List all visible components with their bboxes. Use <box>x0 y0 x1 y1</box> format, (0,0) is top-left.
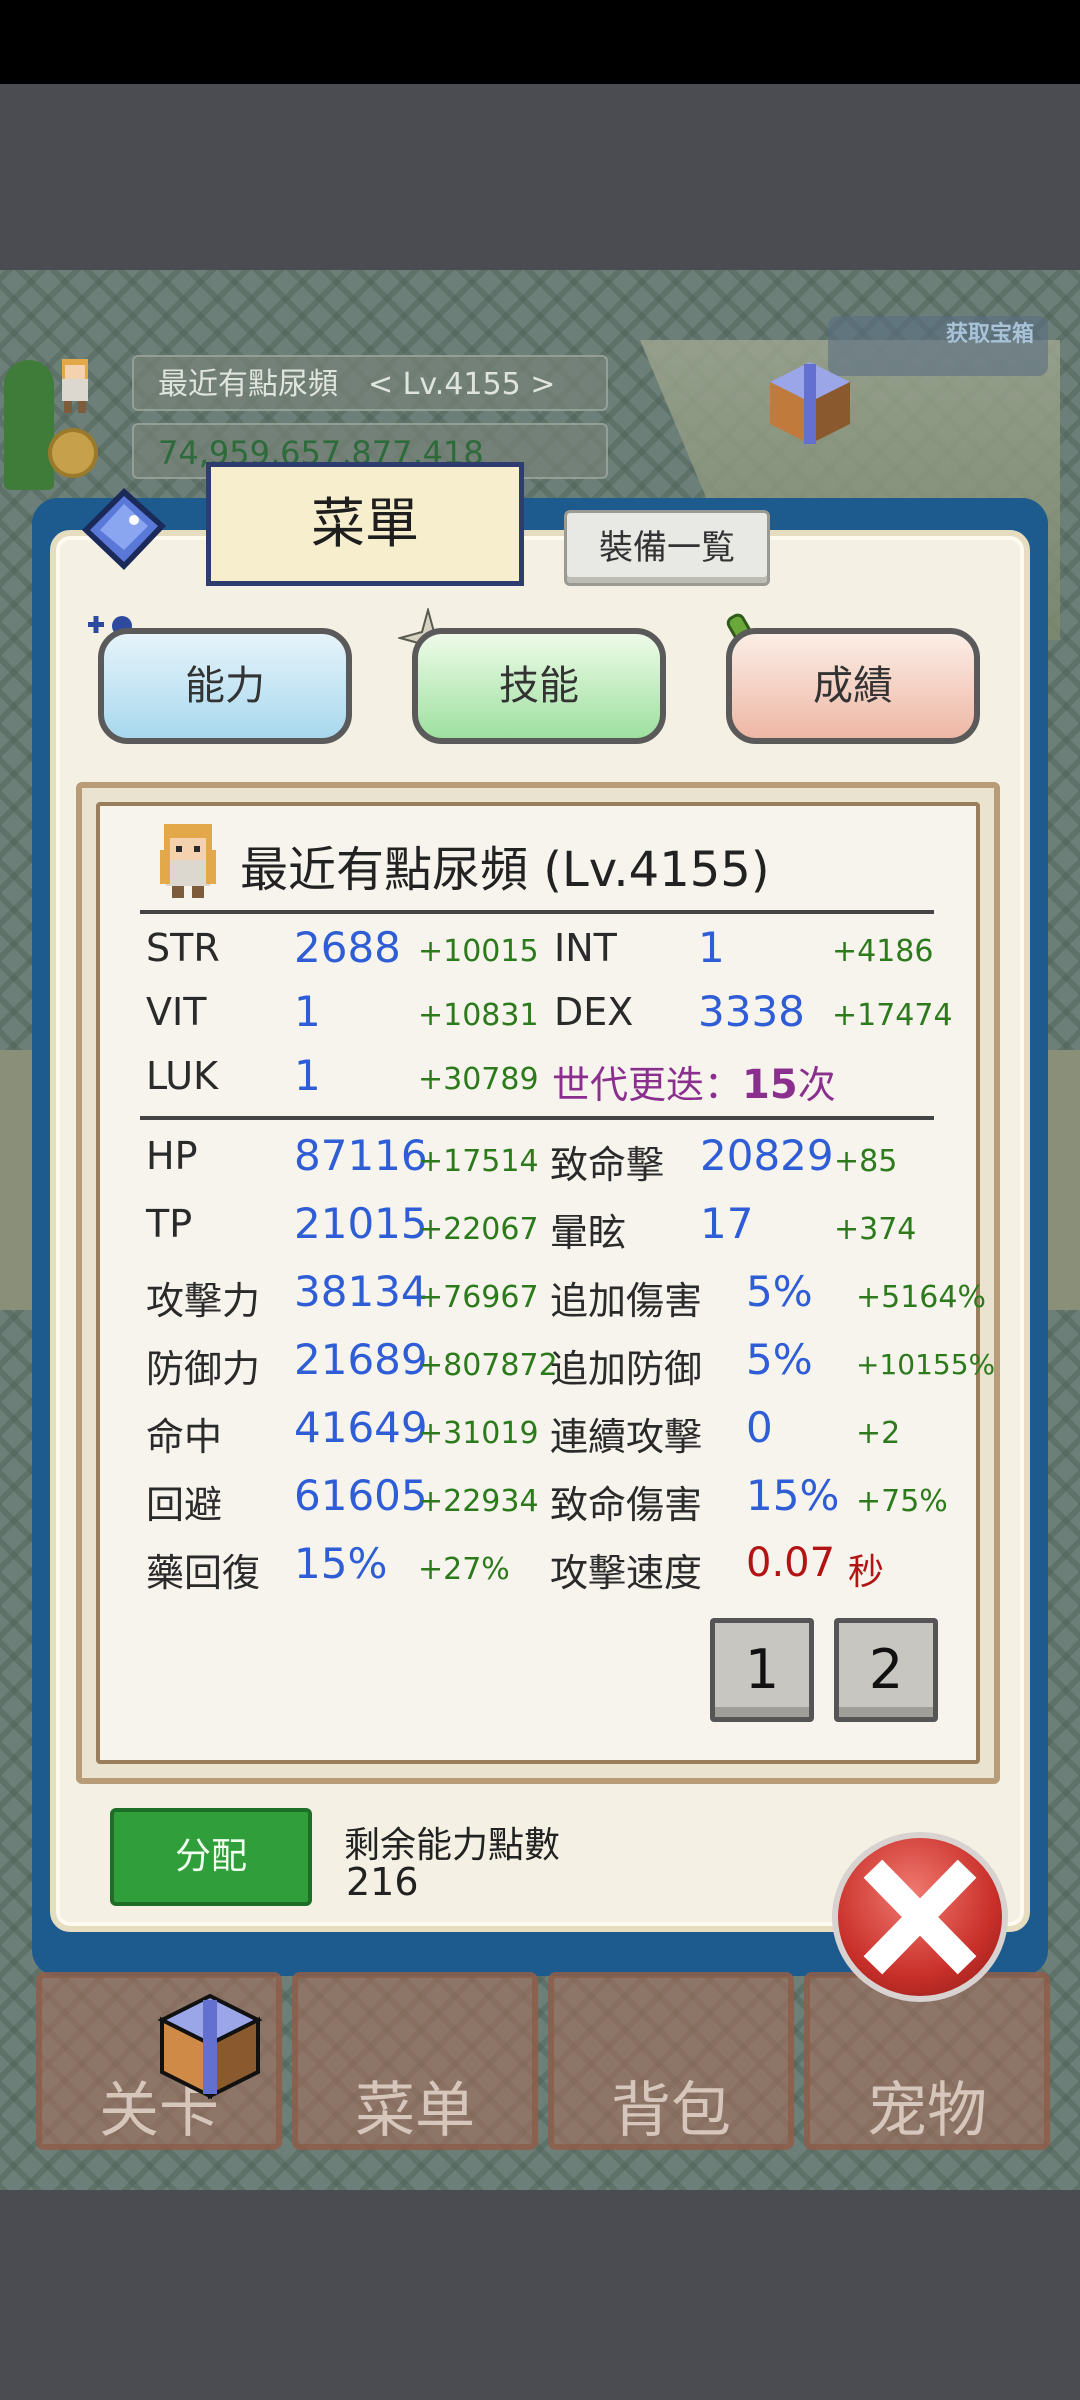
stat-label: LUK <box>146 1054 219 1098</box>
stat-value: 21015 <box>294 1199 428 1248</box>
stat-bonus: +807872 <box>418 1348 558 1383</box>
stat-label: TP <box>146 1202 193 1246</box>
tab-skill[interactable]: 技能 <box>412 628 666 744</box>
letterbox-bottom <box>0 2190 1080 2400</box>
stat-bonus: +30789 <box>418 1062 539 1097</box>
stats-divider-top <box>140 910 934 914</box>
equipment-list-button[interactable]: 裝備一覧 <box>564 510 770 586</box>
stat-value: 1 <box>294 1051 321 1100</box>
stat-value: 5% <box>746 1335 813 1384</box>
get-gift-button[interactable]: 获取宝箱 <box>828 316 1048 376</box>
tree-left <box>4 360 54 490</box>
status-bar <box>0 0 1080 84</box>
remaining-points-value: 216 <box>346 1860 419 1904</box>
stat-bonus: +4186 <box>832 934 934 969</box>
stat-bonus: +76967 <box>418 1280 539 1315</box>
stat-value: 1 <box>294 987 321 1036</box>
stats-divider-middle <box>140 1116 934 1120</box>
gift-box-icon[interactable] <box>760 352 860 452</box>
stat-bonus: +10831 <box>418 998 539 1033</box>
stat-value: 15% <box>294 1539 388 1588</box>
book-icon <box>82 488 166 570</box>
stat-label: 攻擊力 <box>146 1279 261 1323</box>
stat-value: 2688 <box>294 923 401 972</box>
stat-bonus: +10015 <box>418 934 539 969</box>
stat-value: 0 <box>746 1403 773 1452</box>
stat-label: 回避 <box>146 1483 223 1527</box>
tab-record[interactable]: 成績 <box>726 628 980 744</box>
coin-icon <box>48 428 98 478</box>
stat-bonus: +75% <box>856 1484 948 1519</box>
stat-bonus: +17474 <box>832 998 953 1033</box>
close-icon <box>863 1859 977 1975</box>
stat-label: 連續攻擊 <box>550 1415 703 1459</box>
stat-bonus: +2 <box>856 1416 901 1451</box>
stat-label: 藥回復 <box>146 1551 261 1595</box>
stat-label: 命中 <box>146 1415 223 1459</box>
stat-label: 攻擊速度 <box>550 1551 703 1595</box>
stat-bonus: +17514 <box>418 1144 539 1179</box>
stat-label: 致命傷害 <box>550 1483 703 1527</box>
page-button-2[interactable]: 2 <box>834 1618 938 1722</box>
assign-button[interactable]: 分配 <box>110 1808 312 1906</box>
stat-label: HP <box>146 1134 198 1178</box>
stat-label: 防御力 <box>146 1347 261 1391</box>
menu-title-tab: 菜單 <box>206 462 524 586</box>
player-name-display: 最近有點尿頻 < Lv.4155 > <box>132 355 608 411</box>
stat-value: 3338 <box>698 987 805 1036</box>
stat-label: 暈眩 <box>550 1211 627 1255</box>
stat-value: 20829 <box>700 1131 834 1180</box>
stat-bonus: +22934 <box>418 1484 539 1519</box>
stat-value: 87116 <box>294 1131 428 1180</box>
stat-label: 致命擊 <box>550 1143 665 1187</box>
stat-value: 61605 <box>294 1471 428 1520</box>
stat-label: 追加傷害 <box>550 1279 703 1323</box>
stat-value: 38134 <box>294 1267 428 1316</box>
stat-label: STR <box>146 926 220 970</box>
stat-bonus: +85 <box>834 1144 898 1179</box>
generation-count: 世代更迭：15次 <box>552 1054 836 1109</box>
close-button[interactable] <box>832 1832 1008 2002</box>
stat-label: 追加防御 <box>550 1347 703 1391</box>
attack-speed-value: 0.07 <box>746 1540 836 1586</box>
stat-label: DEX <box>554 990 634 1034</box>
player-avatar-icon <box>62 359 88 413</box>
stat-bonus: +27% <box>418 1552 510 1587</box>
nav-menu[interactable]: 菜单 <box>292 1972 538 2150</box>
stat-value: 5% <box>746 1267 813 1316</box>
letterbox-top <box>0 84 1080 270</box>
attack-speed-unit: 秒 <box>848 1552 885 1593</box>
stat-value: 21689 <box>294 1335 428 1384</box>
nav-bag[interactable]: 背包 <box>548 1972 794 2150</box>
stat-value: 1 <box>698 923 725 972</box>
stat-label: VIT <box>146 990 207 1034</box>
generation-prefix: 世代更迭： <box>552 1063 743 1107</box>
tab-ability[interactable]: 能力 <box>98 628 352 744</box>
stat-bonus: +22067 <box>418 1212 539 1247</box>
page-button-1[interactable]: 1 <box>710 1618 814 1722</box>
stat-value: 41649 <box>294 1403 428 1452</box>
stat-bonus: +10155% <box>856 1348 996 1381</box>
character-portrait-icon <box>160 824 216 898</box>
generation-suffix: 次 <box>797 1063 836 1107</box>
stat-value: 15% <box>746 1471 840 1520</box>
generation-number: 15 <box>742 1062 798 1108</box>
character-title: 最近有點尿頻 (Lv.4155) <box>240 842 770 898</box>
stat-bonus: +5164% <box>856 1280 986 1315</box>
stat-bonus: +374 <box>834 1212 917 1247</box>
stat-value: 17 <box>700 1199 754 1248</box>
stat-label: INT <box>554 926 617 970</box>
gift-box-icon[interactable] <box>150 1986 270 2106</box>
stat-bonus: +31019 <box>418 1416 539 1451</box>
